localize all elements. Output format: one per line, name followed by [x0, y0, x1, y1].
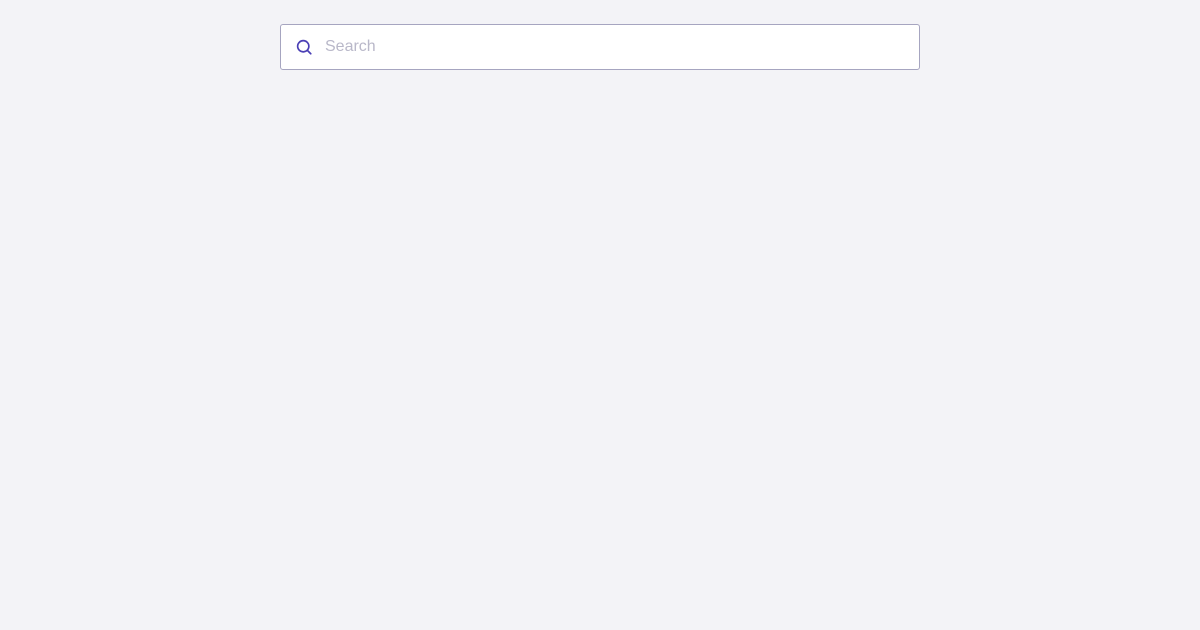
search-input[interactable]: [325, 25, 905, 69]
search-icon: [295, 38, 313, 56]
search-box[interactable]: [280, 24, 920, 70]
